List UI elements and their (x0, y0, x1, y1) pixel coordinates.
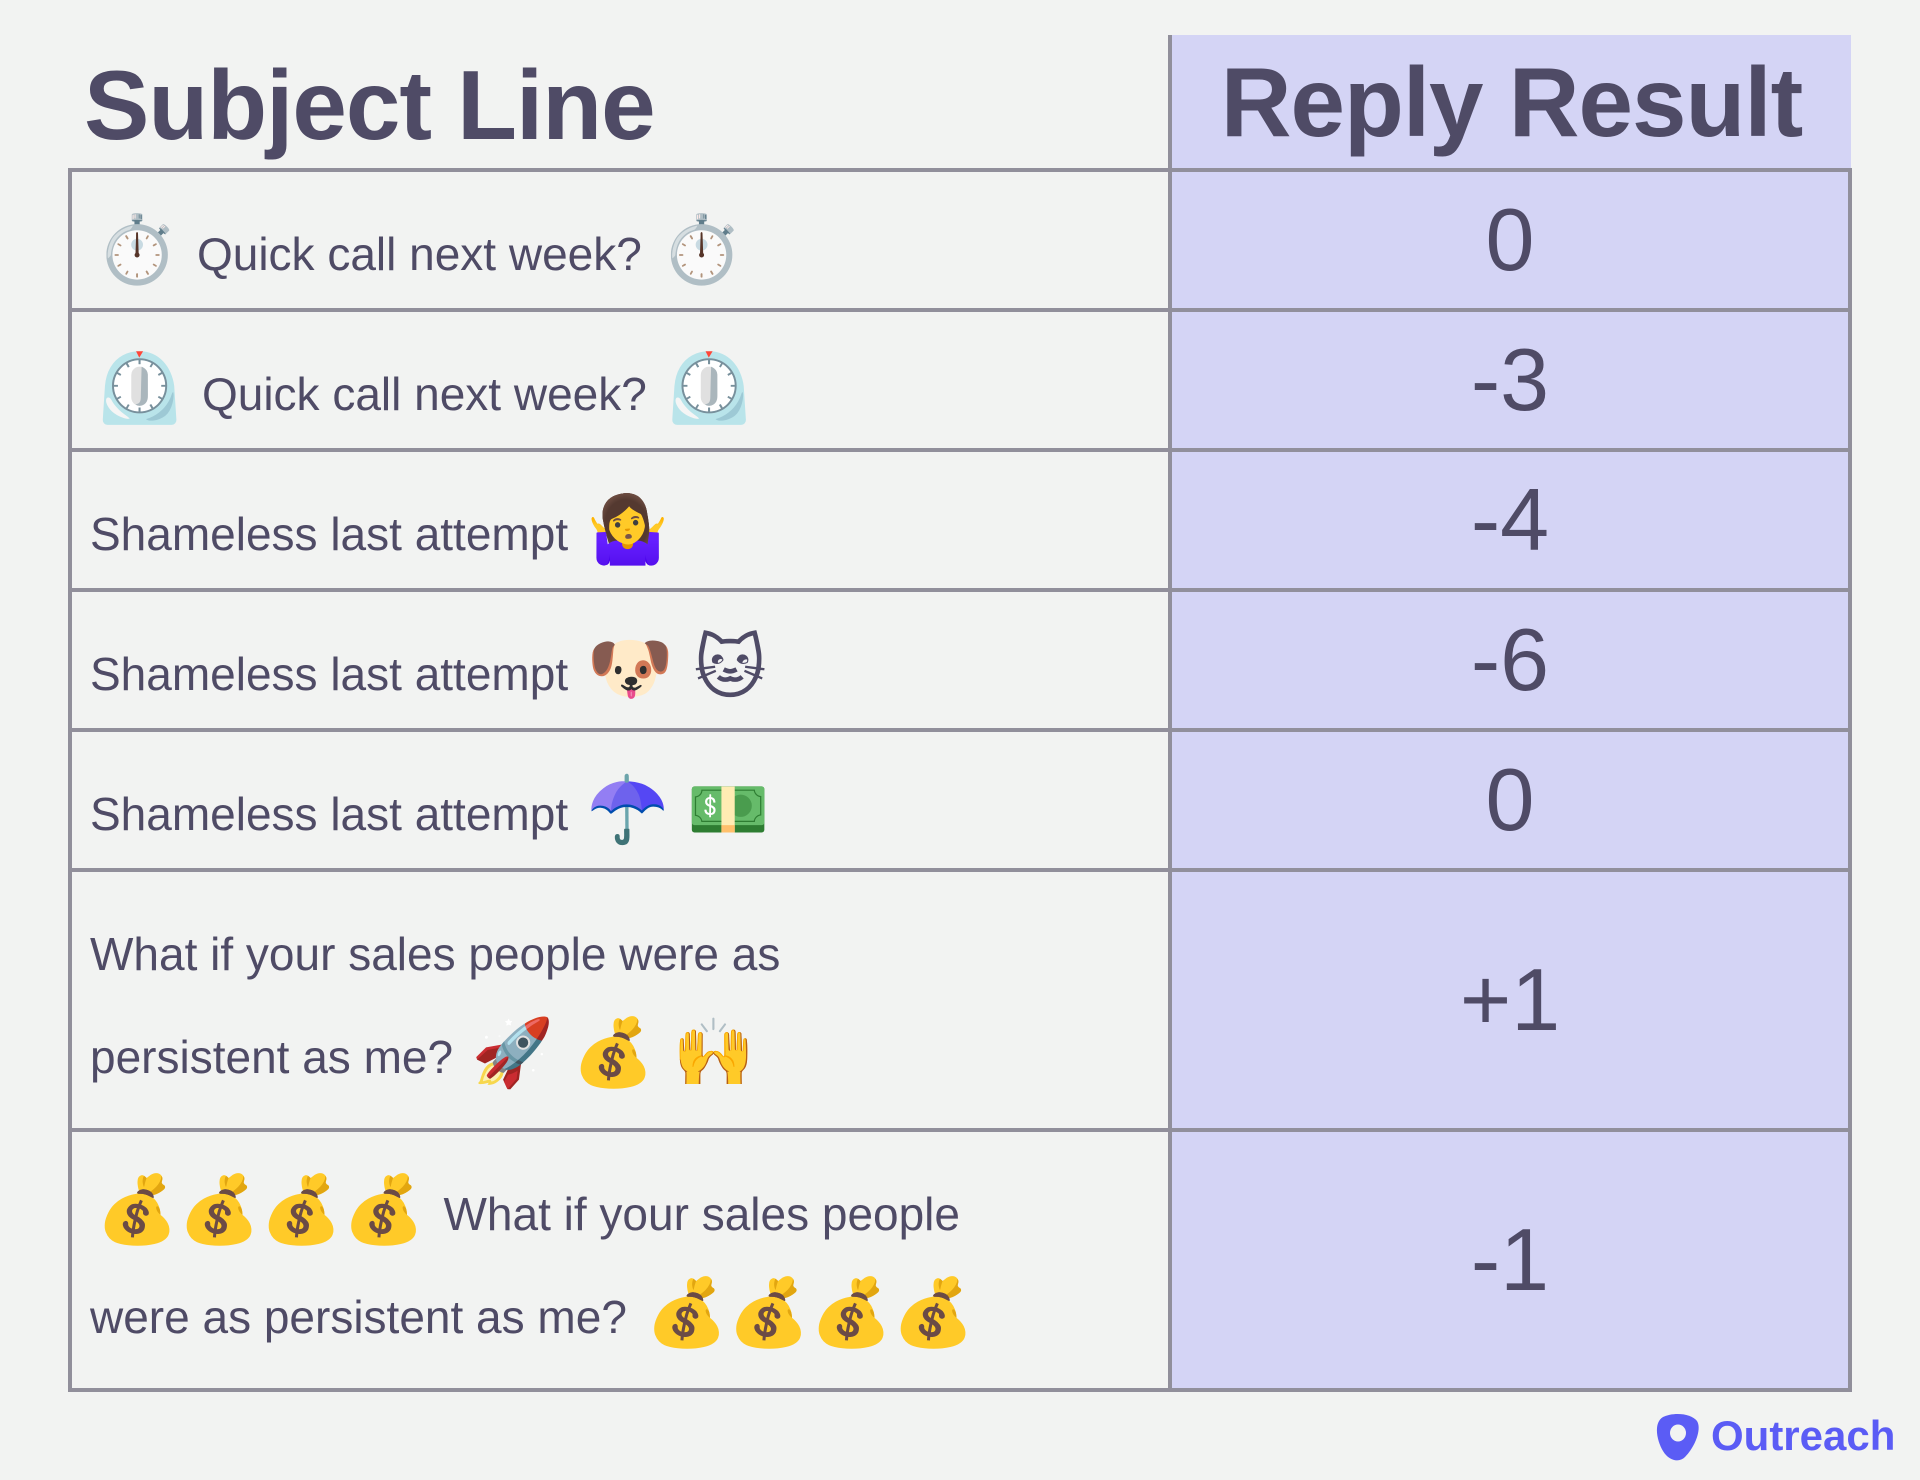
reply-result-cell: -6 (1168, 588, 1852, 732)
subject-text: Shameless last attempt (90, 787, 569, 840)
reply-result-header: Reply Result (1172, 35, 1851, 170)
subject-cell: Shameless last attempt ☂️ 💵 (68, 728, 1170, 872)
table-row: Shameless last attempt ☂️ 💵 0 (68, 728, 1852, 872)
subject-text-wrap: Shameless last attempt 🤷‍♀️ (90, 480, 675, 583)
reply-result-cell: 0 (1168, 728, 1852, 872)
reply-result-cell: -1 (1168, 1128, 1852, 1392)
subject-text-wrap: Shameless last attempt ☂️ 💵 (90, 760, 776, 863)
subject-cell: Shameless last attempt 🐶 🐱 (68, 588, 1170, 732)
subject-cell: Shameless last attempt 🤷‍♀️ (68, 448, 1170, 592)
money-bag-icon: 💰💰💰💰 (96, 1172, 425, 1246)
subject-text: Shameless last attempt (90, 648, 569, 700)
reply-result-cell: +1 (1168, 868, 1852, 1132)
reply-result-cell: -4 (1168, 448, 1852, 592)
outreach-logo: Outreach (1655, 1410, 1895, 1462)
timer-clock-icon: ⏲️ (96, 349, 184, 427)
subject-text-wrap: What if your sales people were as persis… (90, 905, 780, 1106)
subject-text-wrap: Shameless last attempt 🐶 🐱 (90, 619, 772, 723)
subject-text-line1: What if your sales people (443, 1188, 961, 1240)
stopwatch-icon: ⏱️ (96, 211, 179, 286)
table-row: Shameless last attempt 🤷‍♀️ -4 (68, 448, 1852, 592)
shrug-icon: 🤷‍♀️ (586, 491, 670, 566)
subject-line-header: Subject Line (84, 50, 656, 160)
table-row: 💰💰💰💰 What if your sales people were as p… (68, 1128, 1852, 1392)
outreach-logo-icon (1655, 1413, 1701, 1461)
subject-text-line2: persistent as me? (90, 1030, 454, 1083)
outreach-logo-text: Outreach (1711, 1412, 1896, 1459)
subject-text: Shameless last attempt (90, 507, 569, 560)
subject-text-line2: were as persistent as me? (90, 1291, 627, 1343)
subject-cell: ⏱️ Quick call next week? ⏱️ (68, 168, 1170, 312)
subject-text-wrap: 💰💰💰💰 What if your sales people were as p… (90, 1160, 980, 1366)
table-row: Shameless last attempt 🐶 🐱 -6 (68, 588, 1852, 732)
table-row: What if your sales people were as persis… (68, 868, 1852, 1132)
subject-text-wrap: ⏲️ Quick call next week? ⏲️ (90, 339, 759, 443)
money-bag-icon: 💰💰💰💰 (645, 1275, 975, 1349)
subject-text-wrap: ⏱️ Quick call next week? ⏱️ (90, 200, 749, 303)
subject-cell: 💰💰💰💰 What if your sales people were as p… (68, 1128, 1170, 1392)
table-row: ⏲️ Quick call next week? ⏲️ -3 (68, 308, 1852, 452)
subject-text: Quick call next week? (196, 227, 642, 280)
reply-result-cell: 0 (1168, 168, 1852, 312)
umbrella-money-icon: ☂️ 💵 (586, 771, 770, 846)
table-row: ⏱️ Quick call next week? ⏱️ 0 (68, 168, 1852, 312)
reply-result-cell: -3 (1168, 308, 1852, 452)
dog-cat-icon: 🐶 🐱 (586, 629, 767, 707)
subject-cell: What if your sales people were as persis… (68, 868, 1170, 1132)
timer-clock-icon: ⏲️ (665, 349, 753, 427)
subject-line-table: ⏱️ Quick call next week? ⏱️ 0 ⏲️ Quick c… (68, 168, 1852, 1393)
subject-cell: ⏲️ Quick call next week? ⏲️ (68, 308, 1170, 452)
stopwatch-icon: ⏱️ (660, 211, 743, 286)
subject-text: Quick call next week? (201, 368, 647, 420)
rocket-moneybag-hands-icon: 🚀 💰 🙌 (471, 1014, 756, 1089)
subject-text-line1: What if your sales people were as (90, 927, 781, 980)
